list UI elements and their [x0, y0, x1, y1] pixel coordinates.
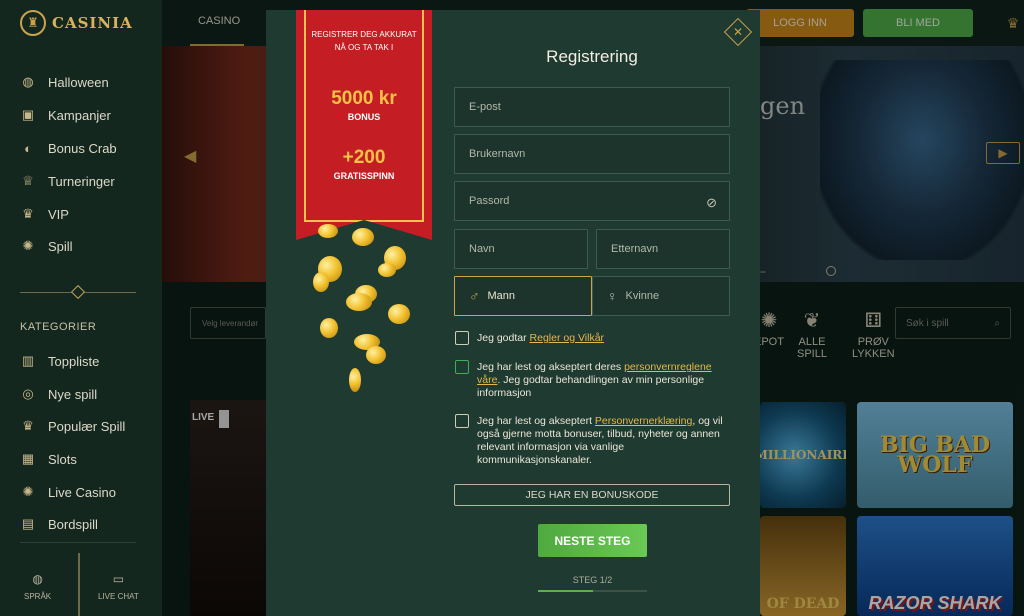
promo-spins: +200	[342, 147, 386, 168]
brand-logo[interactable]: ♜ CASINIA	[20, 10, 133, 36]
chat-icon: ▭	[112, 572, 125, 586]
sidebar-item-label: Turneringer	[48, 173, 115, 189]
grid-icon: ▦	[21, 451, 35, 466]
close-icon: ✕	[732, 25, 744, 39]
male-icon: ♂	[469, 288, 480, 304]
sidebar-item-label: Populær Spill	[48, 418, 126, 434]
sidebar-item-label: Spill	[48, 238, 73, 254]
sidebar-item-label: Kampanjer	[48, 107, 111, 123]
privacy-text: Jeg har lest og akseptert deres personve…	[477, 361, 731, 400]
marketing-prefix: Jeg har lest og akseptert	[477, 415, 595, 427]
privacy-checkbox[interactable]	[455, 360, 469, 374]
coin-icon	[388, 304, 410, 324]
category-title: KATEGORIER	[20, 321, 97, 333]
sidebar-item-halloween[interactable]: ◍ Halloween	[20, 74, 109, 90]
bottom-separator	[78, 553, 80, 616]
female-label: Kvinne	[625, 290, 660, 302]
gift-icon: ▣	[21, 107, 35, 122]
marketing-link[interactable]: Personvernerklæring	[595, 415, 692, 427]
female-icon: ♀	[607, 288, 618, 304]
live-chat-label: LIVE CHAT	[98, 592, 139, 601]
terms-checkbox[interactable]	[455, 331, 469, 345]
coin-icon	[352, 228, 374, 246]
pumpkin-icon: ◍	[22, 74, 34, 89]
live-chat-button[interactable]: ▭ LIVE CHAT	[98, 572, 139, 601]
sidebar-bottom-divider	[20, 542, 136, 543]
lastname-placeholder: Etternavn	[611, 243, 659, 255]
sidebar-item-label: Slots	[48, 451, 77, 467]
marketing-checkbox[interactable]	[455, 414, 469, 428]
password-placeholder: Passord	[469, 195, 510, 207]
sidebar-item-vip[interactable]: ♛ VIP	[20, 206, 69, 222]
promo-amount: 5000 kr	[331, 88, 397, 109]
coin-icon	[313, 272, 329, 292]
sidebar-item-label: Toppliste	[48, 353, 100, 369]
trophy-icon: ♕	[22, 173, 34, 188]
lastname-field[interactable]: Etternavn	[596, 229, 730, 269]
terms-link[interactable]: Regler og Vilkår	[530, 332, 605, 344]
email-field[interactable]: E-post	[454, 87, 730, 127]
gender-female-option[interactable]: ♀ Kvinne	[592, 276, 730, 316]
eye-slash-icon[interactable]: ⊘	[706, 195, 717, 211]
promo-top-text: REGISTRER DEG AKKURAT NÅ OG TA TAK I	[311, 30, 417, 52]
coin-icon	[349, 368, 361, 392]
coin-icon	[366, 346, 386, 364]
language-button[interactable]: ◍ SPRÅK	[24, 572, 51, 601]
firstname-field[interactable]: Navn	[454, 229, 588, 269]
crown-icon: ♛	[22, 418, 34, 433]
podium-icon: ▥	[21, 353, 35, 368]
sidebar-item-nye-spill[interactable]: ◎ Nye spill	[20, 386, 97, 402]
sidebar-item-populaer-spill[interactable]: ♛ Populær Spill	[20, 418, 125, 434]
sidebar-item-label: Bordspill	[48, 516, 98, 532]
sidebar-item-bonus-crab[interactable]: ◐ Bonus Crab	[20, 140, 117, 156]
sidebar-item-turneringer[interactable]: ♕ Turneringer	[20, 173, 115, 189]
email-placeholder: E-post	[469, 101, 501, 113]
promo-amount-label: BONUS	[347, 112, 381, 122]
username-field[interactable]: Brukernavn	[454, 134, 730, 174]
coin-icon	[318, 224, 338, 238]
gender-male-option[interactable]: ♂ Mann	[454, 276, 592, 316]
sidebar-item-kampanjer[interactable]: ▣ Kampanjer	[20, 107, 111, 123]
sidebar-item-label: Bonus Crab	[48, 140, 117, 156]
terms-prefix: Jeg godtar	[477, 332, 530, 344]
sidebar-item-toppliste[interactable]: ▥ Toppliste	[20, 353, 99, 369]
marketing-text: Jeg har lest og akseptert Personvernerkl…	[477, 415, 731, 467]
chip-icon: ✺	[22, 484, 34, 499]
language-label: SPRÅK	[24, 592, 52, 601]
sidebar-item-label: Nye spill	[48, 386, 98, 402]
next-step-button[interactable]: NESTE STEG	[538, 524, 647, 557]
castle-icon: ♜	[20, 10, 46, 36]
promo-spins-label: GRATISSPINN	[333, 171, 395, 181]
male-label: Mann	[487, 290, 516, 302]
modal-title: Registrering	[546, 47, 638, 66]
coin-icon	[320, 318, 338, 338]
sidebar-item-spill[interactable]: ✺ Spill	[20, 238, 73, 254]
sidebar-divider	[20, 284, 136, 300]
sidebar-item-label: Live Casino	[48, 484, 116, 500]
step-progress	[538, 590, 647, 592]
globe-icon: ◍	[32, 572, 43, 586]
bonus-code-button[interactable]: JEG HAR EN BONUSKODE	[454, 484, 730, 506]
terms-text: Jeg godtar Regler og Vilkår	[477, 332, 727, 345]
privacy-prefix: Jeg har lest og akseptert deres	[477, 361, 625, 373]
sidebar-item-label: VIP	[48, 206, 69, 222]
password-field[interactable]: Passord ⊘	[454, 181, 730, 221]
sidebar-item-label: Halloween	[48, 74, 109, 90]
chip-icon: ✺	[22, 238, 34, 253]
coin-icon	[378, 263, 396, 277]
firstname-placeholder: Navn	[469, 243, 495, 255]
cards-icon: ▤	[21, 516, 35, 531]
coin-icon	[346, 293, 372, 311]
sidebar-item-live-casino[interactable]: ✺ Live Casino	[20, 484, 116, 500]
sidebar-item-bordspill[interactable]: ▤ Bordspill	[20, 516, 98, 532]
step-indicator: STEG 1/2	[572, 575, 613, 585]
username-placeholder: Brukernavn	[469, 148, 526, 160]
privacy-suffix: . Jeg godtar behandlingen av min personl…	[477, 374, 705, 399]
sidebar-item-slots[interactable]: ▦ Slots	[20, 451, 77, 467]
target-icon: ◎	[22, 386, 34, 401]
crab-icon: ◐	[24, 140, 32, 156]
brand-name: CASINIA	[52, 14, 133, 32]
crown-icon: ♛	[22, 206, 34, 221]
